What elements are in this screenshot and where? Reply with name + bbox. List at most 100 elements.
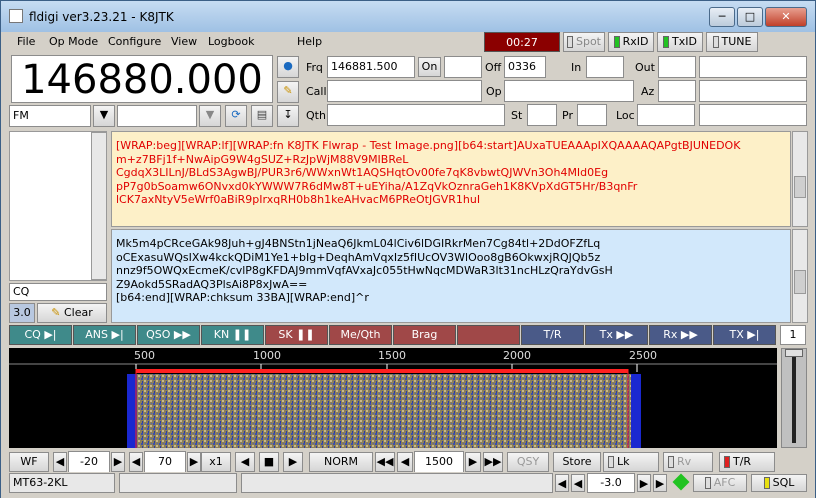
squelch-track — [792, 353, 796, 443]
macro-kn[interactable]: KN ❚❚ — [201, 325, 264, 345]
macro-rx[interactable]: Rx ▶▶ — [649, 325, 712, 345]
ref-level-field[interactable]: -20 — [68, 451, 110, 473]
macro-qso[interactable]: QSO ▶▶ — [137, 325, 200, 345]
menu-view[interactable]: View — [171, 35, 197, 48]
in-field[interactable] — [586, 56, 624, 78]
notes-field-top[interactable] — [699, 56, 807, 78]
browser-search-field[interactable]: CQ — [9, 283, 107, 301]
macro-empty[interactable] — [457, 325, 520, 345]
tune-toggle[interactable]: TUNE — [706, 32, 758, 52]
range-increment[interactable]: ▶ — [187, 452, 201, 472]
globe-icon[interactable]: ● — [277, 56, 299, 78]
notes-field-mid[interactable] — [699, 80, 807, 102]
reverse-toggle[interactable]: Rv — [663, 452, 713, 472]
qth-field[interactable] — [327, 104, 505, 126]
minimize-button[interactable]: ─ — [709, 7, 735, 27]
carrier-up[interactable]: ▶ — [465, 452, 481, 472]
bandwidth-dropdown-button[interactable]: ▼ — [199, 105, 221, 127]
txid-toggle[interactable]: TxID — [657, 32, 703, 52]
store-button[interactable]: Store — [553, 452, 601, 472]
menu-file[interactable]: File — [17, 35, 35, 48]
spot-toggle[interactable]: Spot — [563, 32, 605, 52]
clear-button[interactable]: ✎ Clear — [37, 303, 107, 323]
menu-op-mode[interactable]: Op Mode — [49, 35, 98, 48]
macro-set-button[interactable]: 1 — [780, 325, 806, 345]
memory-icon[interactable]: ▤ — [251, 105, 273, 127]
clear-log-icon[interactable]: ✎ — [277, 81, 299, 103]
play-button[interactable]: ▶ — [283, 452, 303, 472]
macro-me-qth[interactable]: Me/Qth — [329, 325, 392, 345]
ref-decrement[interactable]: ◀ — [53, 452, 67, 472]
metric-down[interactable]: ◀ — [555, 474, 569, 492]
tr-toggle[interactable]: T/R — [719, 452, 775, 472]
carrier-frequency-field[interactable]: 1500 — [414, 451, 464, 473]
close-button[interactable]: ✕ — [765, 7, 807, 27]
macro-tx-label: Tx — [599, 328, 613, 341]
bandwidth-select[interactable] — [117, 105, 197, 127]
menu-help[interactable]: Help — [297, 35, 322, 48]
transmit-text-pane[interactable]: Mk5m4pCRceGAk98Juh+gJ4BNStn1jNeaQ6JkmL04… — [111, 229, 791, 323]
macro-sk[interactable]: SK ❚❚ — [265, 325, 328, 345]
pr-field[interactable] — [577, 104, 607, 126]
rx-scroll-thumb[interactable] — [794, 176, 806, 198]
squelch-slider[interactable] — [781, 348, 807, 448]
waterfall-display[interactable]: 500 1000 1500 2000 2500 — [9, 348, 777, 448]
carrier-fast-up[interactable]: ▶▶ — [483, 452, 503, 472]
metric-fast-up[interactable]: ▶ — [653, 474, 667, 492]
macro-tr[interactable]: T/R — [521, 325, 584, 345]
wf-mode-button[interactable]: WF — [9, 452, 49, 472]
op-field[interactable] — [504, 80, 634, 102]
on-field[interactable] — [444, 56, 482, 78]
carrier-down[interactable]: ◀ — [397, 452, 413, 472]
st-field[interactable] — [527, 104, 557, 126]
sql-toggle[interactable]: SQL — [751, 474, 807, 492]
refresh-icon[interactable]: ⟳ — [225, 105, 247, 127]
off-field[interactable]: 0336 — [504, 56, 546, 78]
frequency-display[interactable]: 146880.000 — [11, 55, 273, 103]
range-field[interactable]: 70 — [144, 451, 186, 473]
mode-dropdown-button[interactable]: ▼ — [93, 105, 115, 127]
az-field[interactable] — [658, 80, 696, 102]
frq-field[interactable]: 146881.500 — [327, 56, 415, 78]
browser-scrollbar[interactable] — [91, 132, 107, 280]
menu-logbook[interactable]: Logbook — [208, 35, 254, 48]
pause-button[interactable]: ■ — [259, 452, 279, 472]
macro-brag[interactable]: Brag — [393, 325, 456, 345]
menu-configure[interactable]: Configure — [108, 35, 161, 48]
zoom-button[interactable]: x1 — [201, 452, 231, 472]
metric-field[interactable]: -3.0 — [587, 473, 635, 493]
range-decrement[interactable]: ◀ — [129, 452, 143, 472]
afc-toggle[interactable]: AFC — [693, 474, 747, 492]
qsy-button[interactable]: QSY — [507, 452, 549, 472]
macro-cq[interactable]: CQ ▶| — [9, 325, 72, 345]
carrier-fast-down[interactable]: ◀◀ — [375, 452, 395, 472]
lock-toggle[interactable]: Lk — [603, 452, 659, 472]
norm-button[interactable]: NORM — [309, 452, 373, 472]
waterfall-graphic — [9, 348, 777, 448]
out-field[interactable] — [658, 56, 696, 78]
squelch-handle[interactable] — [785, 349, 803, 357]
tx-scroll-thumb[interactable] — [794, 270, 806, 294]
loc-field[interactable] — [637, 104, 695, 126]
elapsed-timer[interactable]: 00:27 — [484, 32, 560, 52]
rx-scrollbar[interactable] — [792, 131, 808, 227]
rewind-button[interactable]: ◀ — [235, 452, 255, 472]
metric-fast-down[interactable]: ◀ — [571, 474, 585, 492]
macro-tx[interactable]: Tx ▶▶ — [585, 325, 648, 345]
tx-scrollbar[interactable] — [792, 229, 808, 323]
call-label: Call — [306, 85, 327, 98]
macro-tx-stop[interactable]: TX ▶| — [713, 325, 776, 345]
notes-field-bottom[interactable] — [699, 104, 807, 126]
save-log-icon[interactable]: ↧ — [277, 105, 299, 127]
metric-up[interactable]: ▶ — [637, 474, 651, 492]
level-value[interactable]: 3.0 — [9, 303, 35, 323]
macro-ans[interactable]: ANS ▶| — [73, 325, 136, 345]
receive-text-pane[interactable]: [WRAP:beg][WRAP:lf][WRAP:fn K8JTK Flwrap… — [111, 131, 791, 227]
tx-line: oCExasuWQsIXw4kckQDiM1Ye1+bIg+DeqhAmVqxI… — [116, 250, 601, 264]
ref-increment[interactable]: ▶ — [111, 452, 125, 472]
on-button[interactable]: On — [418, 57, 441, 77]
call-field[interactable] — [327, 80, 482, 102]
mode-select[interactable]: FM — [9, 105, 91, 127]
rxid-toggle[interactable]: RxID — [608, 32, 654, 52]
maximize-button[interactable]: □ — [737, 7, 763, 27]
